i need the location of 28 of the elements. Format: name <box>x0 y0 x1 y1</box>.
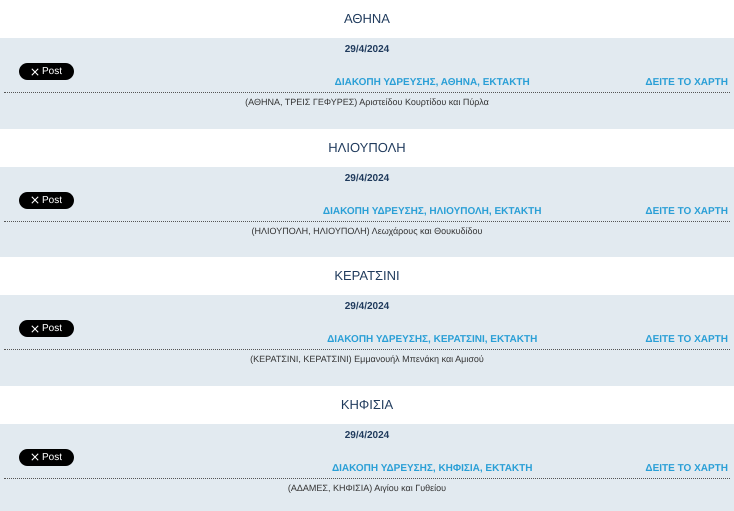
outage-address: (ΚΕΡΑΤΣΙΝΙ, ΚΕΡΑΤΣΙΝΙ) Εμμανουήλ Μπενάκη και Αμισού <box>250 353 484 366</box>
outage-date: 29/4/2024 <box>344 300 390 314</box>
x-logo-icon <box>30 453 39 461</box>
map-link[interactable]: ΔΕΙΤΕ ΤΟ ΧΑΡΤΗ <box>645 75 728 90</box>
outage-address: (ΑΘΗΝΑ, ΤΡΕΙΣ ΓΕΦΥΡΕΣ) Αριστείδου Κουρτίδου και Πύρλα <box>245 96 489 109</box>
post-button[interactable]: Post <box>19 448 74 466</box>
outage-address: (ΗΛΙΟΥΠΟΛΗ, ΗΛΙΟΥΠΟΛΗ) Λεωχάρους και Θουκυδίδου <box>252 224 482 238</box>
outage-address: (ΑΔΑΜΕΣ, ΚΗΦΙΣΙΑ) Αιγίου και Γυθείου <box>288 482 446 495</box>
outage-date: 29/4/2024 <box>344 172 390 186</box>
post-button[interactable]: Post <box>19 320 74 337</box>
outage-title-link[interactable]: ΔΙΑΚΟΠΗ ΥΔΡΕΥΣΗΣ, ΑΘΗΝΑ, ΕΚΤΑΚΤΗ <box>334 75 530 90</box>
outage-date: 29/4/2024 <box>344 428 390 442</box>
area-heading: ΑΘΗΝΑ <box>344 10 390 28</box>
outage-title-link[interactable]: ΔΙΑΚΟΠΗ ΥΔΡΕΥΣΗΣ, ΗΛΙΟΥΠΟΛΗ, ΕΚΤΑΚΤΗ <box>322 204 542 218</box>
map-link[interactable]: ΔΕΙΤΕ ΤΟ ΧΑΡΤΗ <box>645 460 728 476</box>
outage-title-link[interactable]: ΔΙΑΚΟΠΗ ΥΔΡΕΥΣΗΣ, ΚΕΡΑΤΣΙΝΙ, ΕΚΤΑΚΤΗ <box>327 332 538 347</box>
x-logo-icon <box>30 68 39 76</box>
map-link[interactable]: ΔΕΙΤΕ ΤΟ ΧΑΡΤΗ <box>645 332 728 347</box>
post-button[interactable]: Post <box>19 63 74 80</box>
area-heading: ΚΕΡΑΤΣΙΝΙ <box>334 267 400 286</box>
post-button[interactable]: Post <box>19 192 74 208</box>
map-link[interactable]: ΔΕΙΤΕ ΤΟ ΧΑΡΤΗ <box>645 204 728 218</box>
x-logo-icon <box>30 196 39 204</box>
outage-date: 29/4/2024 <box>344 43 390 57</box>
x-logo-icon <box>30 324 39 332</box>
outage-title-link[interactable]: ΔΙΑΚΟΠΗ ΥΔΡΕΥΣΗΣ, ΚΗΦΙΣΙΑ, ΕΚΤΑΚΤΗ <box>332 460 532 476</box>
area-heading: ΗΛΙΟΥΠΟΛΗ <box>328 138 406 157</box>
area-heading: ΚΗΦΙΣΙΑ <box>340 396 394 414</box>
